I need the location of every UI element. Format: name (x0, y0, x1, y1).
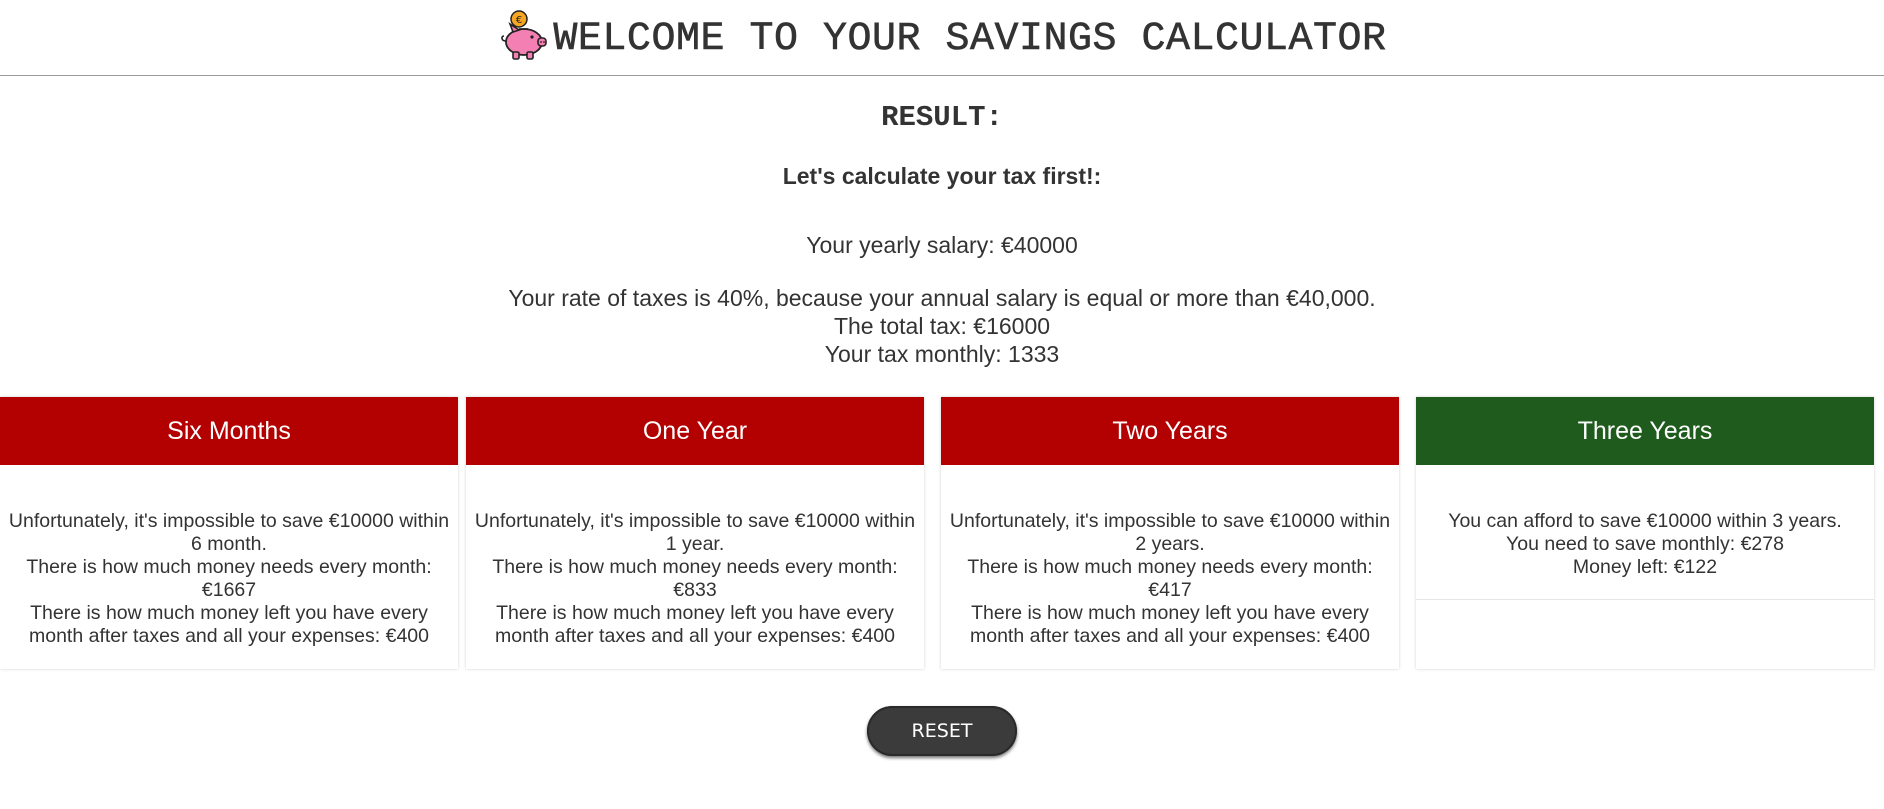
card-six-months: Six Months Unfortunately, it's impossibl… (0, 397, 458, 669)
salary-line: Your yearly salary: €40000 (806, 232, 1078, 258)
card-body: Unfortunately, it's impossible to save €… (941, 465, 1399, 648)
card-title: One Year (642, 416, 748, 445)
card-line: You can afford to save €10000 within 3 y… (1448, 510, 1842, 532)
page-header: € WELCOME TO YOUR SAVINGS CALCULATOR (0, 0, 1884, 76)
card-line: Money left: €122 (1572, 556, 1718, 578)
piggy-bank-coin-icon: € (501, 9, 548, 60)
card-line: There is how much money needs every mont… (492, 556, 898, 601)
card-line: Unfortunately, it's impossible to save €… (474, 510, 916, 555)
card-line: There is how much money needs every mont… (967, 556, 1373, 601)
card-two-years: Two Years Unfortunately, it's impossible… (941, 397, 1399, 669)
tax-summary: Your rate of taxes is 40%, because your … (0, 284, 1884, 368)
svg-text:€: € (516, 15, 522, 26)
total-tax-line: The total tax: €16000 (833, 313, 1051, 339)
tax-heading: Let's calculate your tax first!: (782, 163, 1102, 189)
savings-cards: Six Months Unfortunately, it's impossibl… (0, 397, 1884, 669)
card-line: There is how much money needs every mont… (26, 556, 432, 601)
card-line: You need to save monthly: €278 (1506, 533, 1784, 555)
card-body: Unfortunately, it's impossible to save €… (466, 465, 924, 648)
tax-rate-line: Your rate of taxes is 40%, because your … (508, 285, 1376, 311)
card-one-year: One Year Unfortunately, it's impossible … (466, 397, 924, 669)
card-header-two-years: Two Years (941, 397, 1399, 465)
card-title: Three Years (1577, 416, 1713, 445)
card-line: Unfortunately, it's impossible to save €… (949, 510, 1391, 555)
page-title: WELCOME TO YOUR SAVINGS CALCULATOR (553, 17, 1387, 63)
card-line: There is how much money left you have ev… (970, 602, 1370, 647)
card-line: Unfortunately, it's impossible to save €… (8, 510, 450, 555)
card-header-three-years: Three Years (1416, 397, 1874, 465)
card-three-years: Three Years You can afford to save €1000… (1416, 397, 1874, 669)
card-divider (1416, 599, 1874, 600)
card-title: Six Months (167, 416, 291, 445)
result-heading: RESULT: (881, 101, 1003, 134)
card-line: There is how much money left you have ev… (29, 602, 429, 647)
reset-area: RESET (0, 706, 1884, 756)
card-header-six-months: Six Months (0, 397, 458, 465)
card-body: Unfortunately, it's impossible to save €… (0, 465, 458, 648)
card-line: There is how much money left you have ev… (495, 602, 895, 647)
card-body: You can afford to save €10000 within 3 y… (1416, 465, 1874, 579)
card-title: Two Years (1112, 416, 1228, 445)
reset-button[interactable]: RESET (867, 706, 1017, 756)
card-header-one-year: One Year (466, 397, 924, 465)
monthly-tax-line: Your tax monthly: 1333 (824, 341, 1060, 367)
